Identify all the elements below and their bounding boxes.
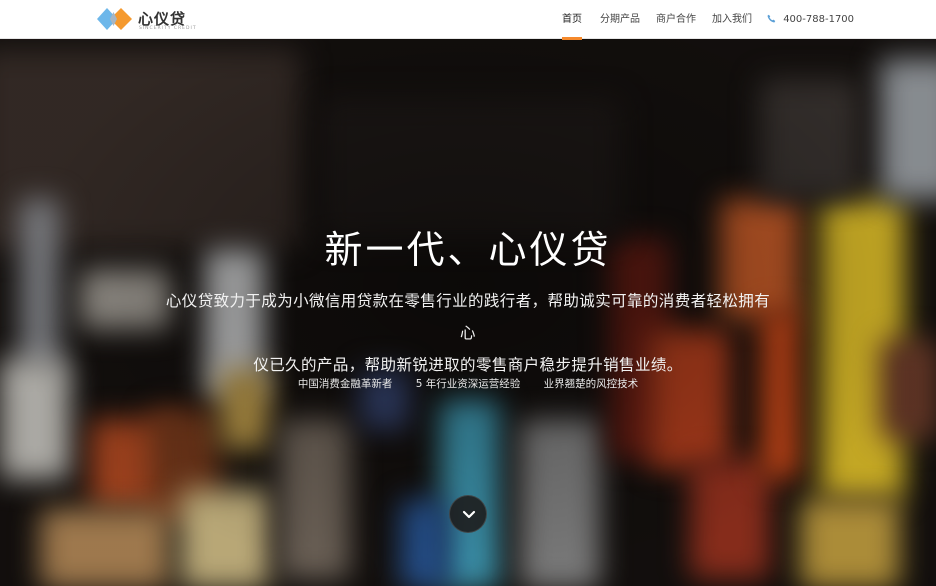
phone-label: 400-788-1700: [783, 14, 855, 25]
active-indicator: [562, 37, 582, 40]
hero-description: 心仪贷致力于成为小微信用贷款在零售行业的践行者，帮助诚实可靠的消费者轻松拥有心 …: [158, 285, 778, 381]
nav-item-label: 分期产品: [600, 14, 640, 25]
top-navbar: 心仪贷 SINCERITY CREDIT 首页 分期产品 商户合作 加入我们 4…: [0, 0, 936, 40]
nav-item-label: 加入我们: [712, 14, 752, 25]
hero-section: 新一代、心仪贷 心仪贷致力于成为小微信用贷款在零售行业的践行者，帮助诚实可靠的消…: [0, 39, 936, 586]
scroll-down-button[interactable]: [449, 495, 487, 533]
page: 心仪贷 SINCERITY CREDIT 首页 分期产品 商户合作 加入我们 4…: [0, 0, 936, 586]
feature-item: 中国消费金融革新者: [297, 378, 393, 390]
nav-item-label: 首页: [562, 14, 582, 25]
hero-description-line: 心仪贷致力于成为小微信用贷款在零售行业的践行者，帮助诚实可靠的消费者轻松拥有心: [165, 292, 771, 342]
nav-item-home[interactable]: 首页: [562, 0, 582, 40]
feature-list: 中国消费金融革新者 5 年行业资深运营经验 业界翘楚的风控技术: [0, 376, 936, 391]
hero-description-line: 仪已久的产品，帮助新锐进取的零售商户稳步提升销售业绩。: [253, 356, 683, 374]
phone-icon: [767, 14, 776, 23]
phone-number[interactable]: 400-788-1700: [767, 0, 854, 39]
feature-item: 5 年行业资深运营经验: [415, 378, 521, 390]
nav-item-merchants[interactable]: 商户合作: [656, 0, 696, 39]
nav-item-join-us[interactable]: 加入我们: [712, 0, 752, 39]
nav-item-label: 商户合作: [656, 14, 696, 25]
chevron-down-icon: [462, 510, 476, 519]
feature-item: 业界翘楚的风控技术: [543, 378, 639, 390]
hero-title: 新一代、心仪贷: [324, 228, 612, 272]
nav-item-products[interactable]: 分期产品: [600, 0, 640, 39]
